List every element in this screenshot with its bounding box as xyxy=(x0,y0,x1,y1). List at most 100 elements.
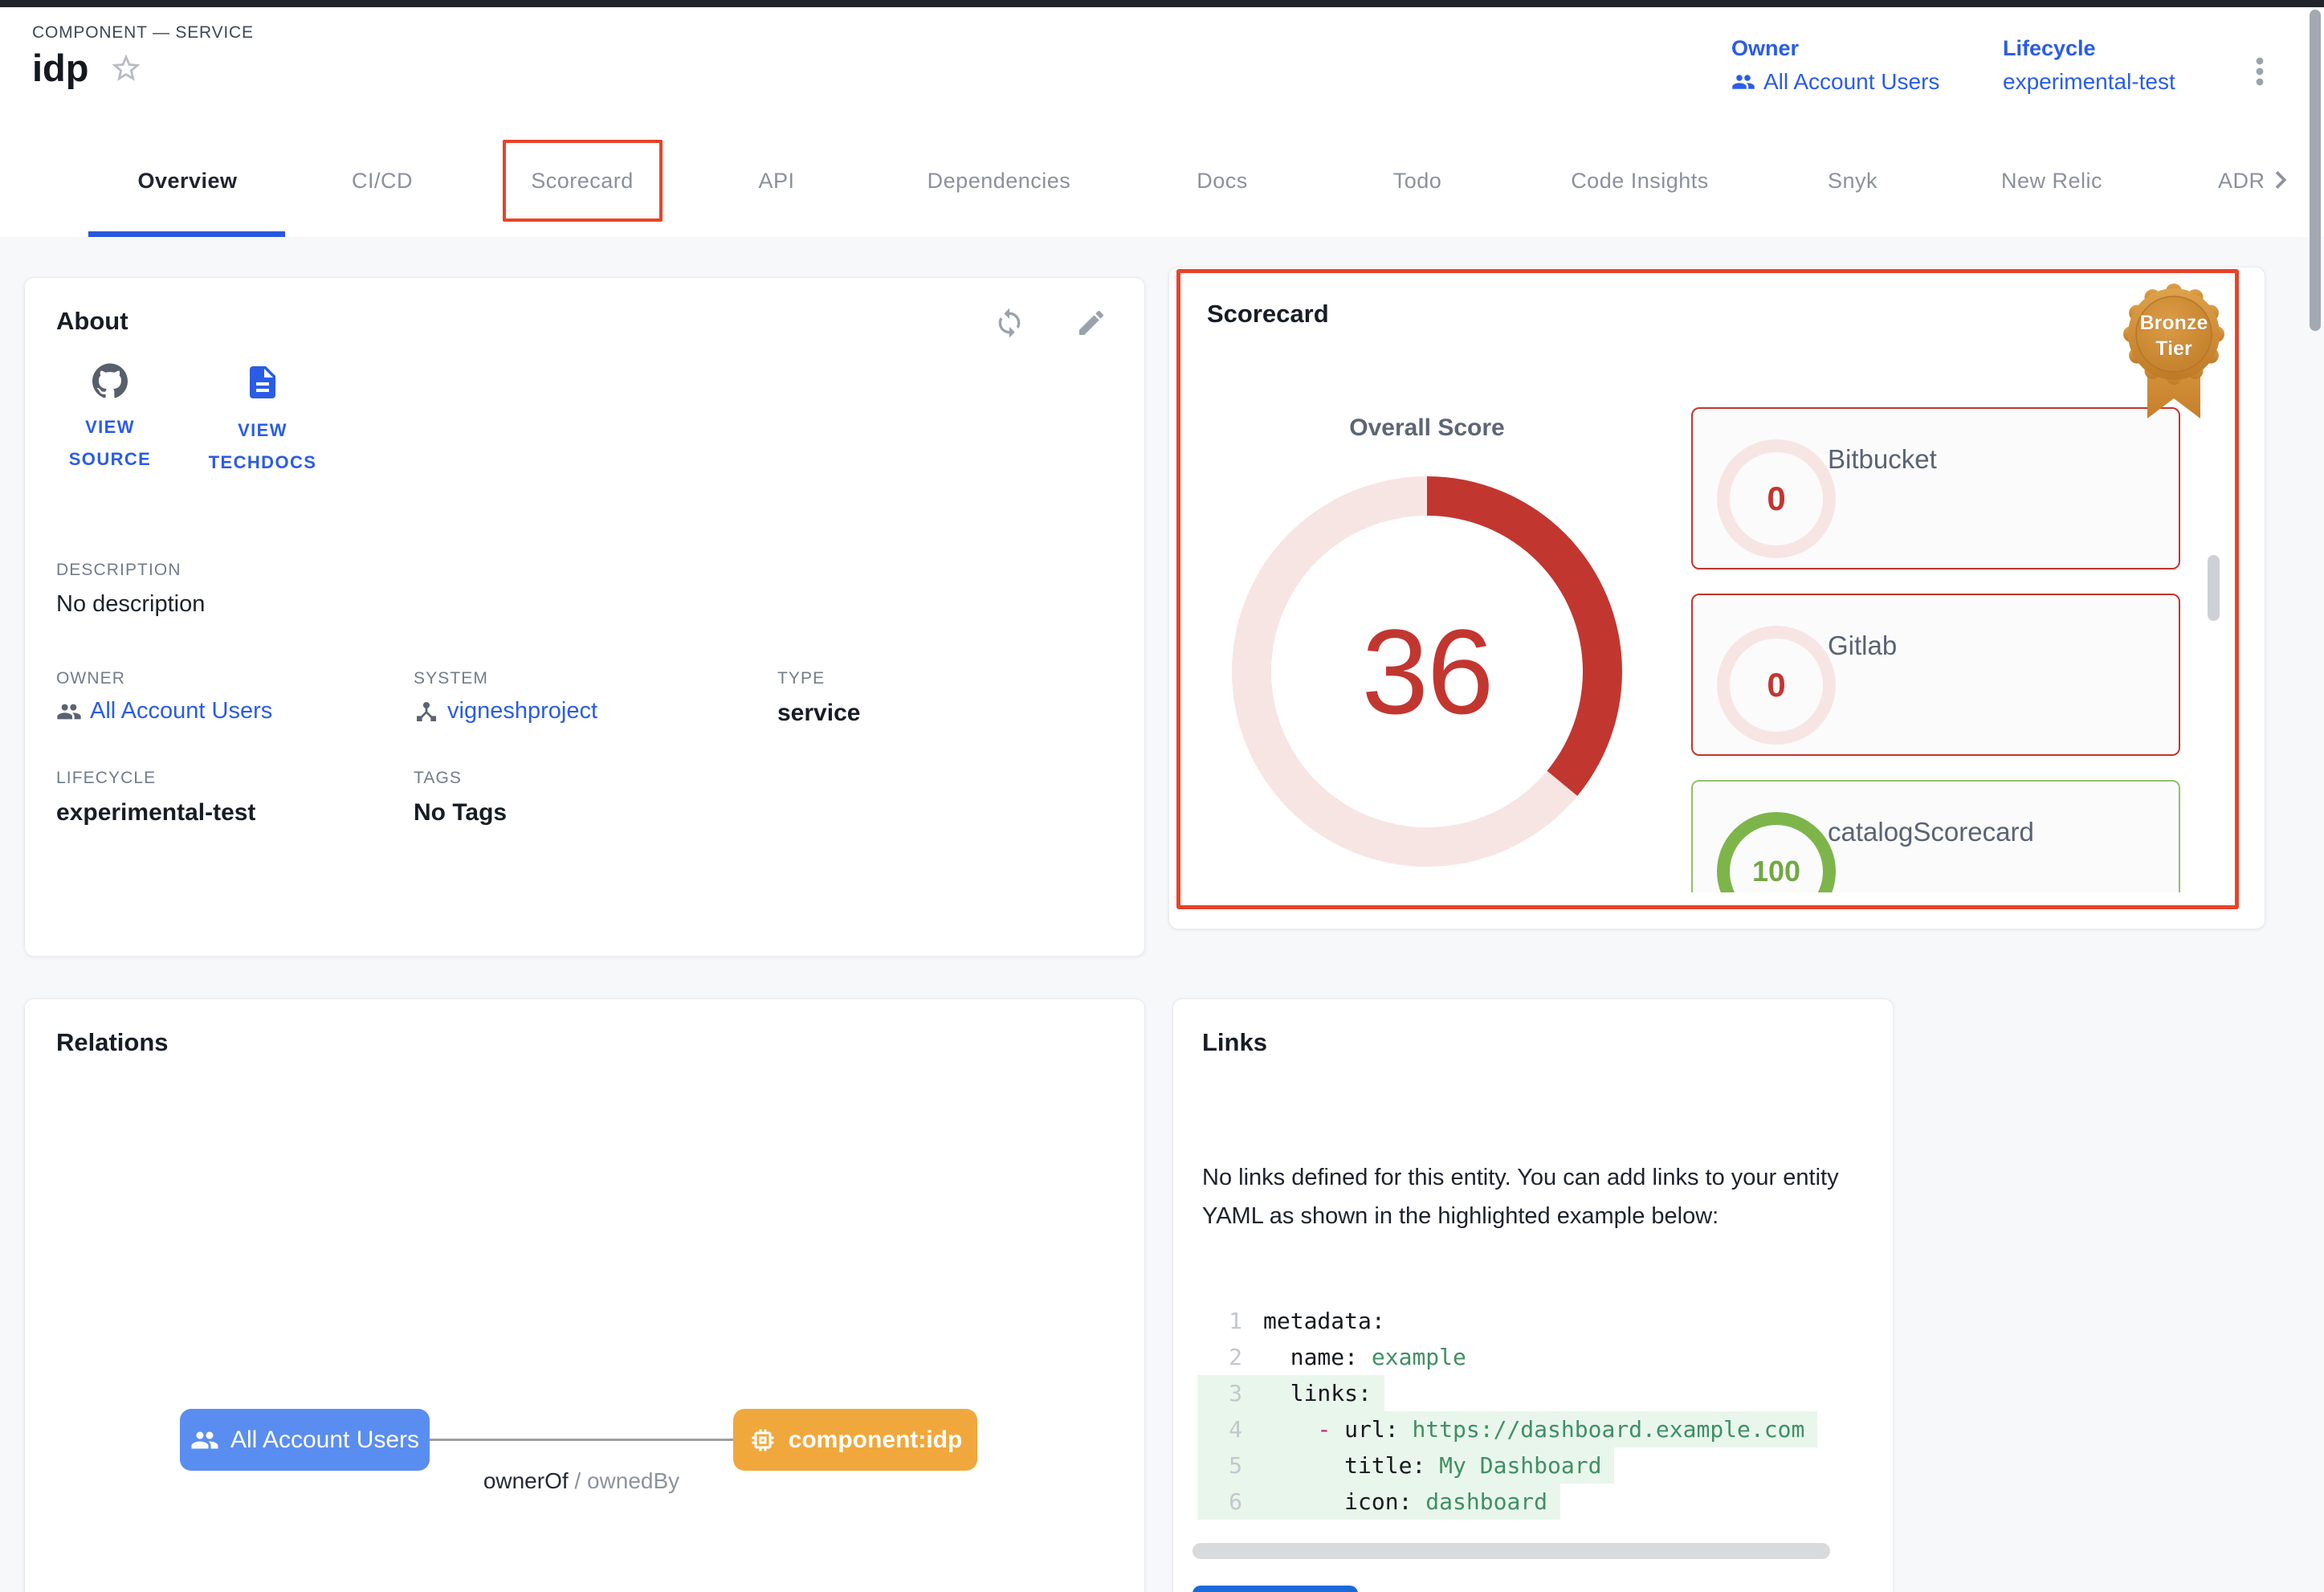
code-line: 1metadata: xyxy=(1197,1303,1872,1339)
relations-card-title: Relations xyxy=(56,1028,169,1057)
tags-field-value: No Tags xyxy=(414,799,507,827)
score-item-bitbucket[interactable]: 0 Bitbucket xyxy=(1691,407,2180,569)
scorecard-items-list: 0 Bitbucket 0 Gitlab 100 catalogScorecar… xyxy=(1691,407,2186,892)
system-field-value[interactable]: vigneshproject xyxy=(414,698,597,725)
entity-page: COMPONENT — SERVICE idp Owner All Accoun… xyxy=(0,0,2324,1592)
code-line-highlighted: 5 title: My Dashboard xyxy=(1197,1447,1614,1484)
active-tab-indicator xyxy=(88,231,285,237)
links-empty-text: No links defined for this entity. You ca… xyxy=(1202,1158,1867,1235)
lifecycle-field-value: experimental-test xyxy=(56,799,255,827)
tab-new-relic[interactable]: New Relic xyxy=(1971,169,2132,194)
lifecycle-label: Lifecycle xyxy=(2003,36,2175,61)
header-lifecycle: Lifecycle experimental-test xyxy=(2003,36,2175,95)
links-card-title: Links xyxy=(1202,1028,1267,1057)
relation-edge-label: ownerOf / ownedBy xyxy=(430,1468,733,1494)
score-ring: 0 xyxy=(1717,439,1836,558)
score-name: Bitbucket xyxy=(1828,444,1937,475)
browser-top-bar xyxy=(0,0,2324,7)
score-name: Gitlab xyxy=(1828,631,1897,661)
header-owner: Owner All Account Users xyxy=(1731,36,1939,95)
people-icon xyxy=(190,1426,219,1455)
people-icon xyxy=(56,699,82,725)
tab-scorecard[interactable]: Scorecard xyxy=(514,169,650,194)
page-scrollbar-thumb[interactable] xyxy=(2310,10,2321,331)
primary-action-button-partial[interactable] xyxy=(1193,1586,1358,1592)
owner-value-link[interactable]: All Account Users xyxy=(1731,69,1939,95)
relation-node-owner[interactable]: All Account Users xyxy=(180,1409,430,1471)
badge-line2: Tier xyxy=(2155,337,2192,360)
tab-code-insights[interactable]: Code Insights xyxy=(1547,169,1732,194)
more-vert-icon[interactable] xyxy=(2239,51,2281,92)
tab-api[interactable]: API xyxy=(724,169,829,194)
owner-value: All Account Users xyxy=(1763,69,1939,95)
relation-node-owner-label: All Account Users xyxy=(230,1427,419,1454)
about-card-title: About xyxy=(56,307,128,336)
scorecard-card: Scorecard xyxy=(1168,267,2265,929)
score-name: catalogScorecard xyxy=(1828,817,2034,847)
system-hub-icon xyxy=(414,699,439,725)
type-field-label: TYPE xyxy=(777,669,825,688)
overall-score-label: Overall Score xyxy=(1232,414,1622,442)
tab-snyk[interactable]: Snyk xyxy=(1792,169,1913,194)
type-field-value: service xyxy=(777,700,860,727)
chevron-right-icon[interactable] xyxy=(2263,162,2298,198)
view-techdocs-label: VIEW TECHDOCS xyxy=(194,414,331,479)
owner-field-label: OWNER xyxy=(56,669,125,688)
owner-field-text: All Account Users xyxy=(90,698,272,725)
links-card: Links No links defined for this entity. … xyxy=(1172,998,1894,1592)
page-title: idp xyxy=(32,49,88,87)
overall-gauge: 36 xyxy=(1232,476,1622,867)
tab-adr-truncated[interactable]: ADR xyxy=(2218,169,2263,194)
score-value: 100 xyxy=(1752,855,1800,888)
edit-pencil-icon[interactable] xyxy=(1075,307,1107,339)
star-outline-icon[interactable] xyxy=(109,51,143,85)
system-field-label: SYSTEM xyxy=(414,669,488,688)
score-item-catalogscorecard[interactable]: 100 catalogScorecard xyxy=(1691,780,2180,892)
github-icon xyxy=(92,363,128,398)
view-techdocs-link[interactable]: VIEW TECHDOCS xyxy=(190,363,335,479)
about-card: About VIEW SOURCE VIEW TECHDOCS DESCRIPT… xyxy=(24,277,1145,957)
refresh-sync-icon[interactable] xyxy=(993,307,1025,339)
overall-score-value: 36 xyxy=(1362,602,1493,741)
entity-header: COMPONENT — SERVICE idp Owner All Accoun… xyxy=(0,7,2324,134)
edge-separator: / xyxy=(569,1468,587,1493)
score-value: 0 xyxy=(1767,480,1785,518)
system-field-text: vigneshproject xyxy=(447,698,597,725)
owner-field-value[interactable]: All Account Users xyxy=(56,698,272,725)
tab-ci-cd[interactable]: CI/CD xyxy=(317,169,447,194)
code-line-highlighted: 6 icon: dashboard xyxy=(1197,1484,1560,1520)
relation-node-component[interactable]: component:idp xyxy=(733,1409,977,1471)
code-horizontal-scrollbar[interactable] xyxy=(1193,1543,1830,1559)
tab-todo[interactable]: Todo xyxy=(1357,169,1478,194)
owner-label: Owner xyxy=(1731,36,1939,61)
score-ring: 0 xyxy=(1717,626,1836,745)
relation-node-component-label: component:idp xyxy=(789,1427,963,1454)
title-row: idp xyxy=(32,49,143,87)
relation-edge-line xyxy=(430,1439,733,1441)
tab-overview[interactable]: Overview xyxy=(90,169,285,194)
code-line-highlighted: 4 - url: https://dashboard.example.com xyxy=(1197,1411,1817,1447)
description-label: DESCRIPTION xyxy=(56,561,181,580)
scorecard-scrollbar-thumb[interactable] xyxy=(2208,555,2220,621)
tab-dependencies[interactable]: Dependencies xyxy=(907,169,1091,194)
description-value: No description xyxy=(56,591,205,618)
score-ring: 100 xyxy=(1717,812,1836,892)
view-source-link[interactable]: VIEW SOURCE xyxy=(54,363,166,476)
scorecard-card-title: Scorecard xyxy=(1207,300,1329,329)
component-chip-icon xyxy=(748,1426,777,1455)
people-icon xyxy=(1731,70,1755,94)
tags-field-label: TAGS xyxy=(414,769,462,788)
code-line: 2 name: example xyxy=(1197,1339,1872,1375)
techdocs-document-icon xyxy=(243,363,282,402)
view-source-label: VIEW SOURCE xyxy=(62,411,158,476)
code-line-highlighted: 3 links: xyxy=(1197,1375,1384,1411)
score-value: 0 xyxy=(1767,666,1785,704)
lifecycle-value: experimental-test xyxy=(2003,69,2175,95)
score-item-gitlab[interactable]: 0 Gitlab xyxy=(1691,594,2180,756)
edge-from-label: ownerOf xyxy=(483,1468,569,1493)
relations-card: Relations All Account Users component:id… xyxy=(24,998,1145,1592)
badge-line1: Bronze xyxy=(2140,312,2208,334)
yaml-code-block: 1metadata: 2 name: example 3 links: 4 - … xyxy=(1197,1303,1872,1525)
breadcrumb: COMPONENT — SERVICE xyxy=(32,23,254,43)
tab-docs[interactable]: Docs xyxy=(1162,169,1282,194)
